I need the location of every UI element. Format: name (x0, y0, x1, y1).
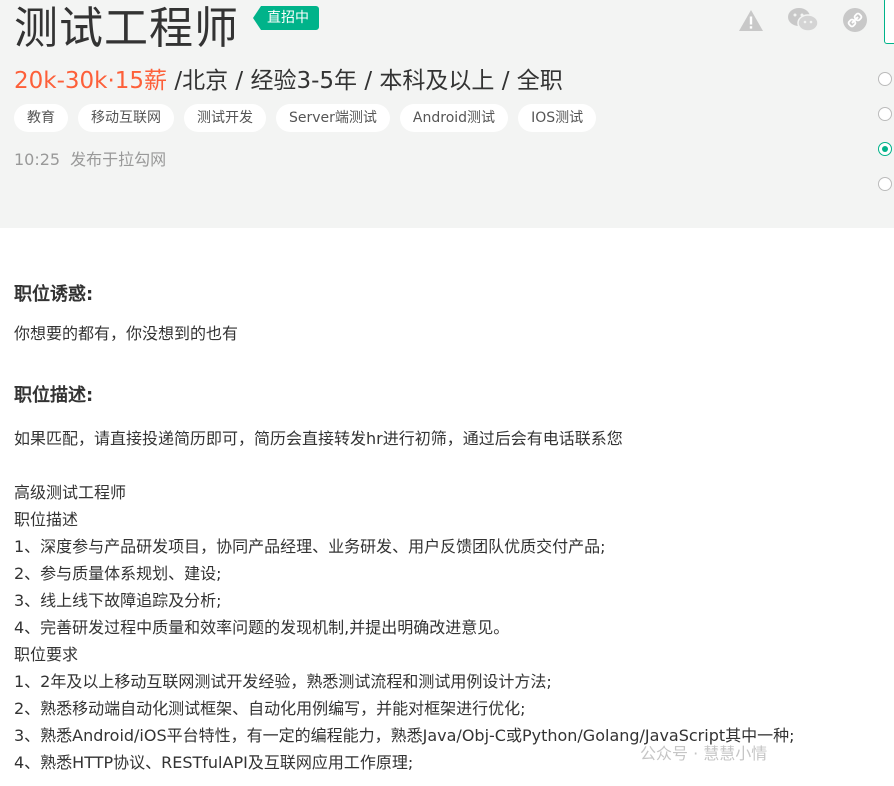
perks-text: 你想要的都有，你没想到的也有 (14, 324, 239, 343)
publish-info: 10:25 发布于拉勾网 (14, 146, 166, 170)
tag-mobile-internet[interactable]: 移动互联网 (78, 104, 174, 132)
description-line: 1、2年及以上移动互联网测试开发经验，熟悉测试流程和测试用例设计方法; (14, 672, 552, 691)
tag-android-test[interactable]: Android测试 (399, 104, 509, 132)
wechat-icon[interactable] (787, 6, 819, 32)
description-body: 如果匹配，请直接投递简历即可，简历会直接转发hr进行初筛，通过后会有电话联系您 … (14, 425, 884, 776)
publish-source: 发布于拉勾网 (70, 150, 167, 169)
section-nav-dot-3[interactable] (878, 142, 892, 156)
job-header: 测试工程师 直招中 20k-30k·15薪 /北京 / 经验3-5年 / 本科及… (0, 0, 894, 228)
section-nav-dot-4[interactable] (878, 177, 892, 191)
job-content: 职位诱惑: 你想要的都有，你没想到的也有 职位描述: 如果匹配，请直接投递简历即… (14, 280, 884, 776)
description-line: 2、参与质量体系规划、建设; (14, 564, 222, 583)
description-line: 3、线上线下故障追踪及分析; (14, 591, 222, 610)
perks-title: 职位诱惑: (14, 284, 94, 305)
description-line: 职位描述 (14, 510, 79, 529)
link-icon[interactable] (842, 7, 868, 33)
description-title: 职位描述: (14, 385, 94, 406)
description-line: 如果匹配，请直接投递简历即可，简历会直接转发hr进行初筛，通过后会有电话联系您 (14, 429, 623, 448)
tag-education[interactable]: 教育 (14, 104, 68, 132)
warning-icon[interactable] (738, 8, 764, 34)
job-details: /北京 / 经验3-5年 / 本科及以上 / 全职 (167, 68, 563, 94)
description-line: 2、熟悉移动端自动化测试框架、自动化用例编写，并能对框架进行优化; (14, 699, 526, 718)
section-nav-dot-1[interactable] (878, 72, 892, 86)
tag-server-test[interactable]: Server端测试 (276, 104, 390, 132)
tag-list: 教育 移动互联网 测试开发 Server端测试 Android测试 IOS测试 (14, 104, 597, 132)
section-nav (878, 0, 894, 228)
direct-hire-badge: 直招中 (253, 6, 319, 30)
tag-ios-test[interactable]: IOS测试 (518, 104, 597, 132)
description-line: 4、完善研发过程中质量和效率问题的发现机制,并提出明确改进意见。 (14, 618, 510, 637)
description-line: 高级测试工程师 (14, 483, 127, 502)
description-line: 职位要求 (14, 645, 79, 664)
salary: 20k-30k·15薪 (14, 68, 168, 94)
description-line: 1、深度参与产品研发项目，协同产品经理、业务研发、用户反馈团队优质交付产品; (14, 537, 606, 556)
publish-time: 10:25 (14, 150, 61, 169)
job-summary: 20k-30k·15薪 /北京 / 经验3-5年 / 本科及以上 / 全职 (14, 64, 563, 98)
watermark: 公众号 · 慧慧小情 (640, 744, 768, 763)
section-nav-dot-2[interactable] (878, 107, 892, 121)
job-title: 测试工程师 (14, 3, 239, 54)
tag-test-dev[interactable]: 测试开发 (184, 104, 266, 132)
